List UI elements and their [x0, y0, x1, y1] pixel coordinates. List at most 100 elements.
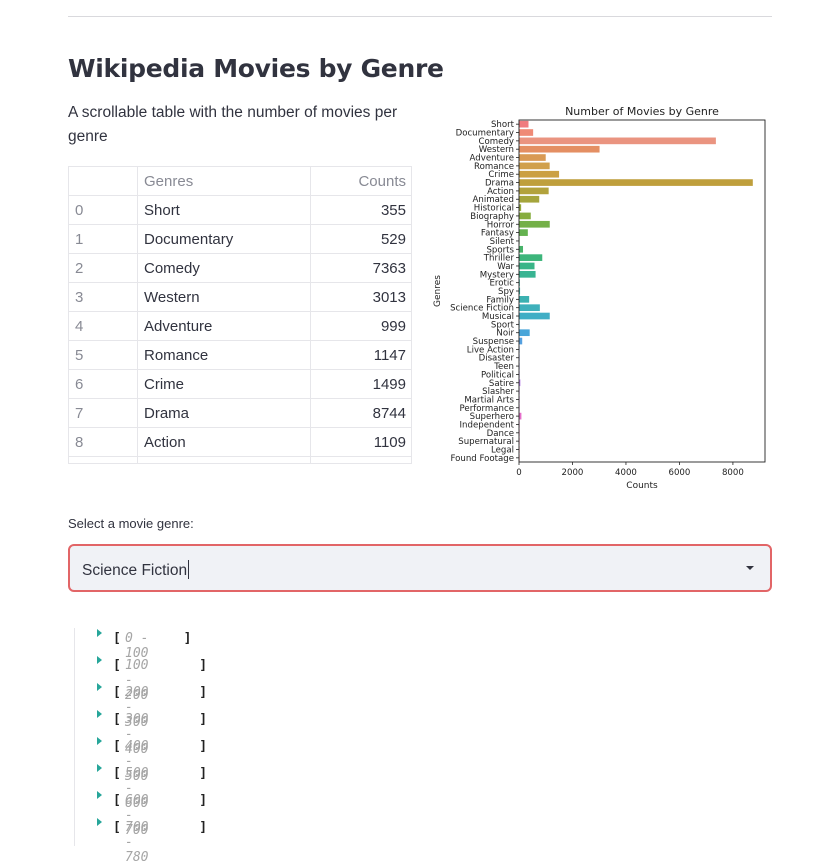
column-header-index[interactable]: [69, 167, 138, 196]
bar: [519, 304, 540, 312]
count-cell[interactable]: 355: [310, 195, 411, 225]
row-index[interactable]: 1: [69, 224, 138, 254]
genre-select-value[interactable]: Science Fiction: [82, 560, 190, 580]
bar: [519, 245, 524, 253]
row-index[interactable]: 4: [69, 311, 138, 341]
count-cell[interactable]: 999: [310, 311, 411, 341]
expand-triangle-icon[interactable]: [97, 710, 102, 718]
close-bracket: ]: [199, 739, 208, 754]
chevron-down-icon[interactable]: [746, 566, 754, 570]
close-bracket: ]: [183, 631, 192, 646]
bar: [519, 312, 550, 320]
table-row[interactable]: 5 Romance 1147: [69, 340, 411, 370]
table-header-row: Genres Counts: [69, 167, 411, 196]
table-row[interactable]: 7 Drama 8744: [69, 398, 411, 428]
open-bracket: [: [113, 739, 121, 754]
open-bracket: [: [113, 631, 121, 646]
row-index[interactable]: 6: [69, 369, 138, 399]
x-tick-label: 8000: [722, 468, 744, 478]
count-cell[interactable]: 3013: [310, 282, 411, 312]
close-bracket: ]: [199, 712, 208, 727]
genre-cell[interactable]: Western: [137, 282, 311, 312]
genre-select[interactable]: Science Fiction: [68, 544, 772, 592]
bar: [519, 162, 550, 170]
table-row[interactable]: 1 Documentary 529: [69, 224, 411, 254]
close-bracket: ]: [199, 793, 208, 808]
close-bracket: ]: [199, 766, 208, 781]
row-index[interactable]: 8: [69, 427, 138, 457]
count-cell[interactable]: 8744: [310, 398, 411, 428]
count-cell[interactable]: 757: [310, 456, 411, 463]
table-row[interactable]: 4 Adventure 999: [69, 311, 411, 341]
genre-cell[interactable]: Action: [137, 427, 311, 457]
genre-cell[interactable]: Short: [137, 195, 311, 225]
bar: [519, 170, 560, 178]
table-row[interactable]: 2 Comedy 7363: [69, 253, 411, 283]
count-cell[interactable]: 529: [310, 224, 411, 254]
range-label: 0 - 100: [125, 631, 149, 661]
top-divider: [68, 16, 772, 17]
column-header-counts[interactable]: Counts: [310, 167, 411, 196]
x-tick-label: 4000: [615, 468, 637, 478]
genre-cell[interactable]: Comedy: [137, 253, 311, 283]
expand-triangle-icon[interactable]: [97, 818, 102, 826]
open-bracket: [: [113, 658, 121, 673]
column-header-genres[interactable]: Genres: [137, 167, 311, 196]
bar: [519, 187, 549, 195]
genre-cell[interactable]: Adventure: [137, 311, 311, 341]
chart-title: Number of Movies by Genre: [565, 105, 719, 118]
count-cell[interactable]: 1499: [310, 369, 411, 399]
bar: [519, 145, 600, 153]
genre-cell[interactable]: Documentary: [137, 224, 311, 254]
open-bracket: [: [113, 793, 121, 808]
close-bracket: ]: [199, 685, 208, 700]
genre-table[interactable]: Genres Counts 0 Short 355 1 Documentary 529 2 C…: [68, 166, 412, 464]
count-cell[interactable]: 1147: [310, 340, 411, 370]
genre-cell[interactable]: Romance: [137, 340, 311, 370]
row-index[interactable]: 0: [69, 195, 138, 225]
genre-cell[interactable]: Animated: [137, 456, 311, 463]
row-index[interactable]: 3: [69, 282, 138, 312]
genre-cell[interactable]: Crime: [137, 369, 311, 399]
x-tick-label: 6000: [668, 468, 690, 478]
row-index[interactable]: 2: [69, 253, 138, 283]
bar: [519, 229, 528, 236]
x-axis-label: Counts: [626, 481, 658, 491]
open-bracket: [: [113, 766, 121, 781]
genre-bar-chart: Number of Movies by GenreShortDocumentar…: [433, 105, 766, 491]
bar: [519, 337, 523, 345]
close-bracket: ]: [199, 820, 208, 835]
x-tick-label: 2000: [562, 468, 584, 478]
bar: [519, 296, 530, 303]
count-cell[interactable]: 1109: [310, 427, 411, 457]
y-axis-label: Genres: [433, 275, 443, 307]
row-index[interactable]: 7: [69, 398, 138, 428]
bar: [519, 212, 531, 220]
expand-triangle-icon[interactable]: [97, 656, 102, 664]
table-row[interactable]: 9Animated757: [69, 456, 411, 463]
table-row[interactable]: 6 Crime 1499: [69, 369, 411, 399]
expand-triangle-icon[interactable]: [97, 791, 102, 799]
expand-triangle-icon[interactable]: [97, 629, 102, 637]
table-row[interactable]: 0 Short 355: [69, 195, 411, 225]
expand-triangle-icon[interactable]: [97, 764, 102, 772]
row-index[interactable]: 5: [69, 340, 138, 370]
table-row[interactable]: 8 Action 1109: [69, 427, 411, 457]
page-title: Wikipedia Movies by Genre: [68, 54, 444, 83]
row-index[interactable]: 9: [69, 456, 138, 463]
bar: [519, 154, 546, 161]
open-bracket: [: [113, 712, 121, 727]
expand-triangle-icon[interactable]: [97, 737, 102, 745]
table-row[interactable]: 3 Western 3013: [69, 282, 411, 312]
open-bracket: [: [113, 685, 121, 700]
bar: [519, 129, 534, 136]
expand-triangle-icon[interactable]: [97, 683, 102, 691]
count-cell[interactable]: 7363: [310, 253, 411, 283]
bar: [519, 179, 753, 186]
select-label: Select a movie genre:: [68, 516, 194, 531]
bar: [519, 329, 530, 337]
range-label: 700 - 780: [125, 820, 149, 865]
genre-cell[interactable]: Drama: [137, 398, 311, 428]
bar: [519, 262, 535, 270]
bar: [519, 270, 536, 278]
